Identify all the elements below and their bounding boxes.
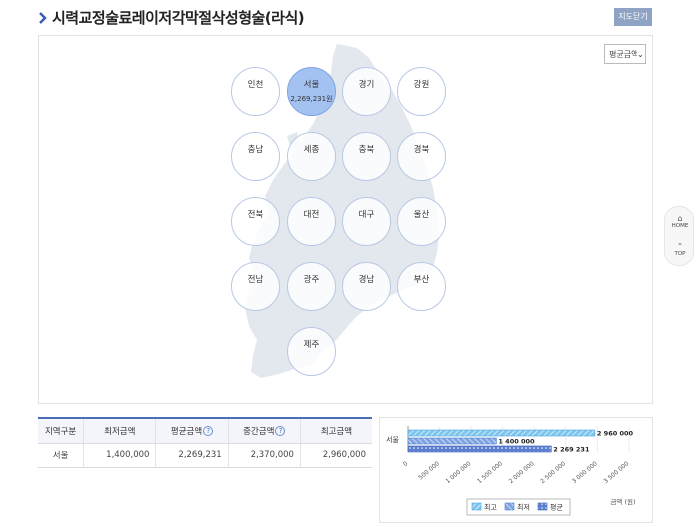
- bar-avg: [407, 445, 552, 453]
- x-tick-label: 3 500 000: [602, 460, 630, 485]
- x-tick-label: 2 500 000: [539, 460, 567, 485]
- price-table: 지역구분 최저금액 평균금액? 중간금액? 최고금액 서울 1,400,000 …: [38, 417, 372, 468]
- x-axis-label: 금액 (원): [610, 497, 635, 506]
- home-button[interactable]: ⌂ HOME: [665, 214, 695, 230]
- region-seoul[interactable]: 서울 2,269,231원: [287, 67, 336, 116]
- help-icon[interactable]: ?: [203, 426, 214, 437]
- region-chungbuk[interactable]: 충북: [342, 132, 391, 181]
- cell-region: 서울: [38, 443, 85, 468]
- region-gangwon[interactable]: 강원: [397, 67, 446, 116]
- category-label: 서울: [386, 435, 399, 444]
- x-tick-label: 3 000 000: [571, 460, 599, 485]
- region-jeonnam[interactable]: 전남: [231, 262, 280, 311]
- cell-median: 2,370,000: [228, 443, 301, 468]
- header-median: 중간금액?: [228, 418, 301, 444]
- bar-min: [407, 437, 497, 445]
- region-ulsan[interactable]: 울산: [397, 197, 446, 246]
- legend-label: 평균: [550, 503, 563, 512]
- header-max: 최고금액: [300, 418, 372, 444]
- region-busan[interactable]: 부산: [397, 262, 446, 311]
- page-header: 시력교정술료레이저각막절삭성형술(라식): [38, 7, 305, 28]
- legend-label: 최고: [484, 503, 497, 512]
- x-tick-label: 1 000 000: [445, 460, 473, 485]
- region-incheon[interactable]: 인천: [231, 67, 280, 116]
- x-tick-label: 0: [402, 460, 410, 468]
- legend-swatch: [504, 502, 515, 511]
- side-nav: ⌂ HOME ⌃ TOP: [664, 206, 694, 266]
- filter-select-value: 평균금액: [609, 49, 637, 59]
- region-daegu[interactable]: 대구: [342, 197, 391, 246]
- chevron-up-icon: ⌃: [676, 242, 684, 251]
- legend-label: 최저: [517, 503, 530, 512]
- legend-swatch: [471, 502, 482, 511]
- header-avg: 평균금액?: [155, 418, 229, 444]
- x-tick-label: 500 000: [417, 460, 441, 481]
- top-button[interactable]: ⌃ TOP: [665, 242, 695, 258]
- bar-max: [407, 429, 596, 437]
- cell-max: 2,960,000: [300, 443, 372, 468]
- close-map-button[interactable]: 지도닫기: [614, 8, 652, 26]
- x-tick-label: 1 500 000: [476, 460, 504, 485]
- table-row: 서울 1,400,000 2,269,231 2,370,000 2,960,0…: [38, 443, 372, 468]
- data-label: 1 400 000: [498, 438, 535, 446]
- filter-select[interactable]: 평균금액 ⌄: [604, 44, 646, 64]
- x-tick-label: 2 000 000: [508, 460, 536, 485]
- header-region: 지역구분: [38, 418, 85, 444]
- chevron-right-icon: [39, 11, 47, 24]
- region-gwangju[interactable]: 광주: [287, 262, 336, 311]
- region-jeonbuk[interactable]: 전북: [231, 197, 280, 246]
- region-sejong[interactable]: 세종: [287, 132, 336, 181]
- region-chungnam[interactable]: 충남: [231, 132, 280, 181]
- data-label: 2 960 000: [597, 430, 634, 438]
- cell-min: 1,400,000: [83, 443, 157, 468]
- header-min: 최저금액: [83, 418, 157, 444]
- region-gyeongnam[interactable]: 경남: [342, 262, 391, 311]
- region-gyeonggi[interactable]: 경기: [342, 67, 391, 116]
- chevron-down-icon: ⌄: [637, 49, 644, 59]
- map-panel: 평균금액 ⌄ 인천 서울 2,269,231원 경기 강원 충남 세종 충북 경북…: [38, 35, 653, 404]
- cell-avg: 2,269,231: [155, 443, 229, 468]
- page-title: 시력교정술료레이저각막절삭성형술(라식): [52, 9, 305, 27]
- region-gyeongbuk[interactable]: 경북: [397, 132, 446, 181]
- data-label: 2 269 231: [553, 446, 590, 454]
- legend-swatch: [537, 502, 548, 511]
- region-jeju[interactable]: 제주: [287, 327, 336, 376]
- help-icon[interactable]: ?: [275, 426, 286, 437]
- table-header-row: 지역구분 최저금액 평균금액? 중간금액? 최고금액: [38, 418, 372, 444]
- home-icon: ⌂: [677, 214, 683, 223]
- region-daejeon[interactable]: 대전: [287, 197, 336, 246]
- chart-panel: 서울 2 960 000 1 400 000 2 269 231 0 500 000 1 0…: [379, 417, 653, 523]
- region-amount: 2,269,231원: [290, 95, 333, 103]
- price-bar-chart: 서울 2 960 000 1 400 000 2 269 231 0 500 000 1 0…: [386, 426, 636, 516]
